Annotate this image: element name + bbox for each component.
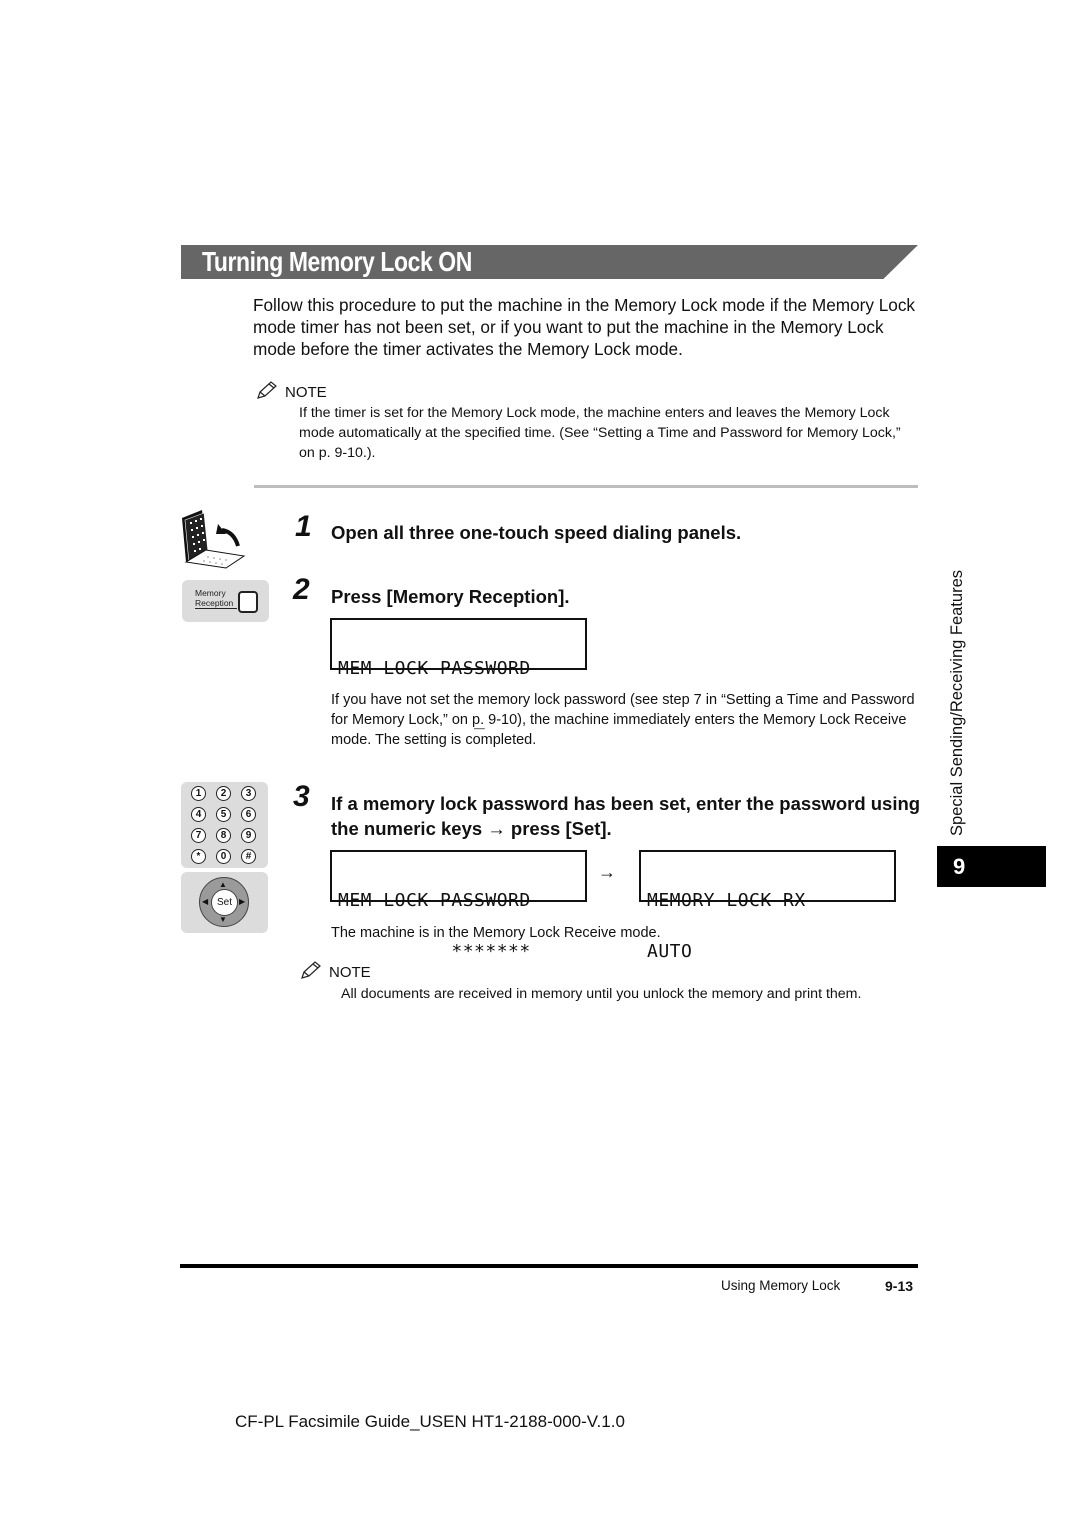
footer-rule bbox=[180, 1264, 918, 1268]
keypad-key: 2 bbox=[216, 786, 231, 801]
lcd-line-2: AUTO bbox=[647, 941, 693, 962]
chapter-number-tab: 9 bbox=[937, 846, 1046, 887]
lcd-line-1: MEM LOCK PASSWORD bbox=[338, 658, 531, 679]
keypad-key: 1 bbox=[191, 786, 206, 801]
note-2-text: All documents are received in memory unt… bbox=[341, 986, 862, 1002]
keypad-key: 5 bbox=[216, 807, 231, 822]
arrow-down-icon: ▼ bbox=[219, 915, 227, 924]
keypad-key: 3 bbox=[241, 786, 256, 801]
keypad-key: 0 bbox=[216, 849, 231, 864]
lcd-display-step-3-before: MEM LOCK PASSWORD ******* bbox=[330, 850, 587, 961]
note-1-text: If the timer is set for the Memory Lock … bbox=[299, 405, 901, 461]
step-1-number: 1 bbox=[295, 510, 312, 543]
memory-reception-label-line2: Reception bbox=[195, 598, 238, 609]
keypad-key: 9 bbox=[241, 828, 256, 843]
lcd-line-2: ******* bbox=[338, 941, 531, 962]
note-2: NOTE bbox=[299, 960, 371, 984]
one-touch-panel-illustration bbox=[180, 510, 246, 575]
step-3-detail: The machine is in the Memory Lock Receiv… bbox=[331, 925, 661, 941]
lcd-line-1: MEM LOCK PASSWORD bbox=[338, 890, 531, 911]
section-divider bbox=[254, 485, 918, 488]
pencil-icon bbox=[255, 380, 279, 404]
note-1-heading: NOTE bbox=[255, 380, 327, 404]
step-2-number: 2 bbox=[293, 573, 310, 606]
step-3-number: 3 bbox=[293, 780, 310, 813]
memory-reception-button-illustration: Memory Reception bbox=[182, 580, 269, 622]
keypad-grid: 1 2 3 4 5 6 7 8 9 * 0 # bbox=[191, 786, 256, 864]
keypad-key: * bbox=[191, 849, 206, 864]
pencil-icon bbox=[299, 960, 323, 984]
chapter-side-title: Special Sending/Receiving Features bbox=[948, 570, 966, 836]
note-1: NOTE bbox=[255, 380, 327, 404]
keypad-key: 8 bbox=[216, 828, 231, 843]
document-id: CF-PL Facsimile Guide_USEN HT1-2188-000-… bbox=[235, 1412, 625, 1431]
footer-section-name: Using Memory Lock bbox=[721, 1278, 841, 1293]
keypad-key: # bbox=[241, 849, 256, 864]
note-2-heading: NOTE bbox=[299, 960, 371, 984]
numeric-keypad-illustration: 1 2 3 4 5 6 7 8 9 * 0 # bbox=[181, 782, 268, 868]
memory-reception-label-line1: Memory bbox=[195, 588, 226, 598]
step-1-text: Open all three one-touch speed dialing p… bbox=[331, 522, 742, 543]
arrow-up-icon: ▲ bbox=[219, 880, 227, 889]
arrow-right-icon: → bbox=[598, 862, 616, 882]
memory-reception-key bbox=[238, 591, 258, 613]
footer-page-number: 9-13 bbox=[885, 1278, 914, 1294]
keypad-key: 7 bbox=[191, 828, 206, 843]
lcd-display-step-3-after: MEMORY LOCK RX AUTO bbox=[639, 850, 896, 961]
arrow-right-icon: ▶ bbox=[239, 897, 246, 906]
arrow-left-icon: ◀ bbox=[202, 897, 209, 906]
lcd-display-step-2: MEM LOCK PASSWORD _ bbox=[330, 618, 587, 729]
note-1-label: NOTE bbox=[285, 383, 327, 401]
keypad-key: 6 bbox=[241, 807, 256, 822]
direction-pad: ▲ ▼ ◀ ▶ Set bbox=[199, 877, 249, 927]
step-2-detail: If you have not set the memory lock pass… bbox=[331, 692, 915, 748]
step-2-text: Press [Memory Reception]. bbox=[331, 586, 570, 607]
section-title: Turning Memory Lock ON bbox=[202, 246, 472, 277]
set-key: Set bbox=[211, 889, 238, 916]
step-3-text: If a memory lock password has been set, … bbox=[331, 793, 921, 839]
intro-paragraph: Follow this procedure to put the machine… bbox=[253, 295, 916, 359]
set-key-illustration: ▲ ▼ ◀ ▶ Set bbox=[181, 872, 268, 933]
lcd-line-1: MEMORY LOCK RX bbox=[647, 890, 806, 911]
note-2-label: NOTE bbox=[329, 963, 371, 981]
keypad-key: 4 bbox=[191, 807, 206, 822]
